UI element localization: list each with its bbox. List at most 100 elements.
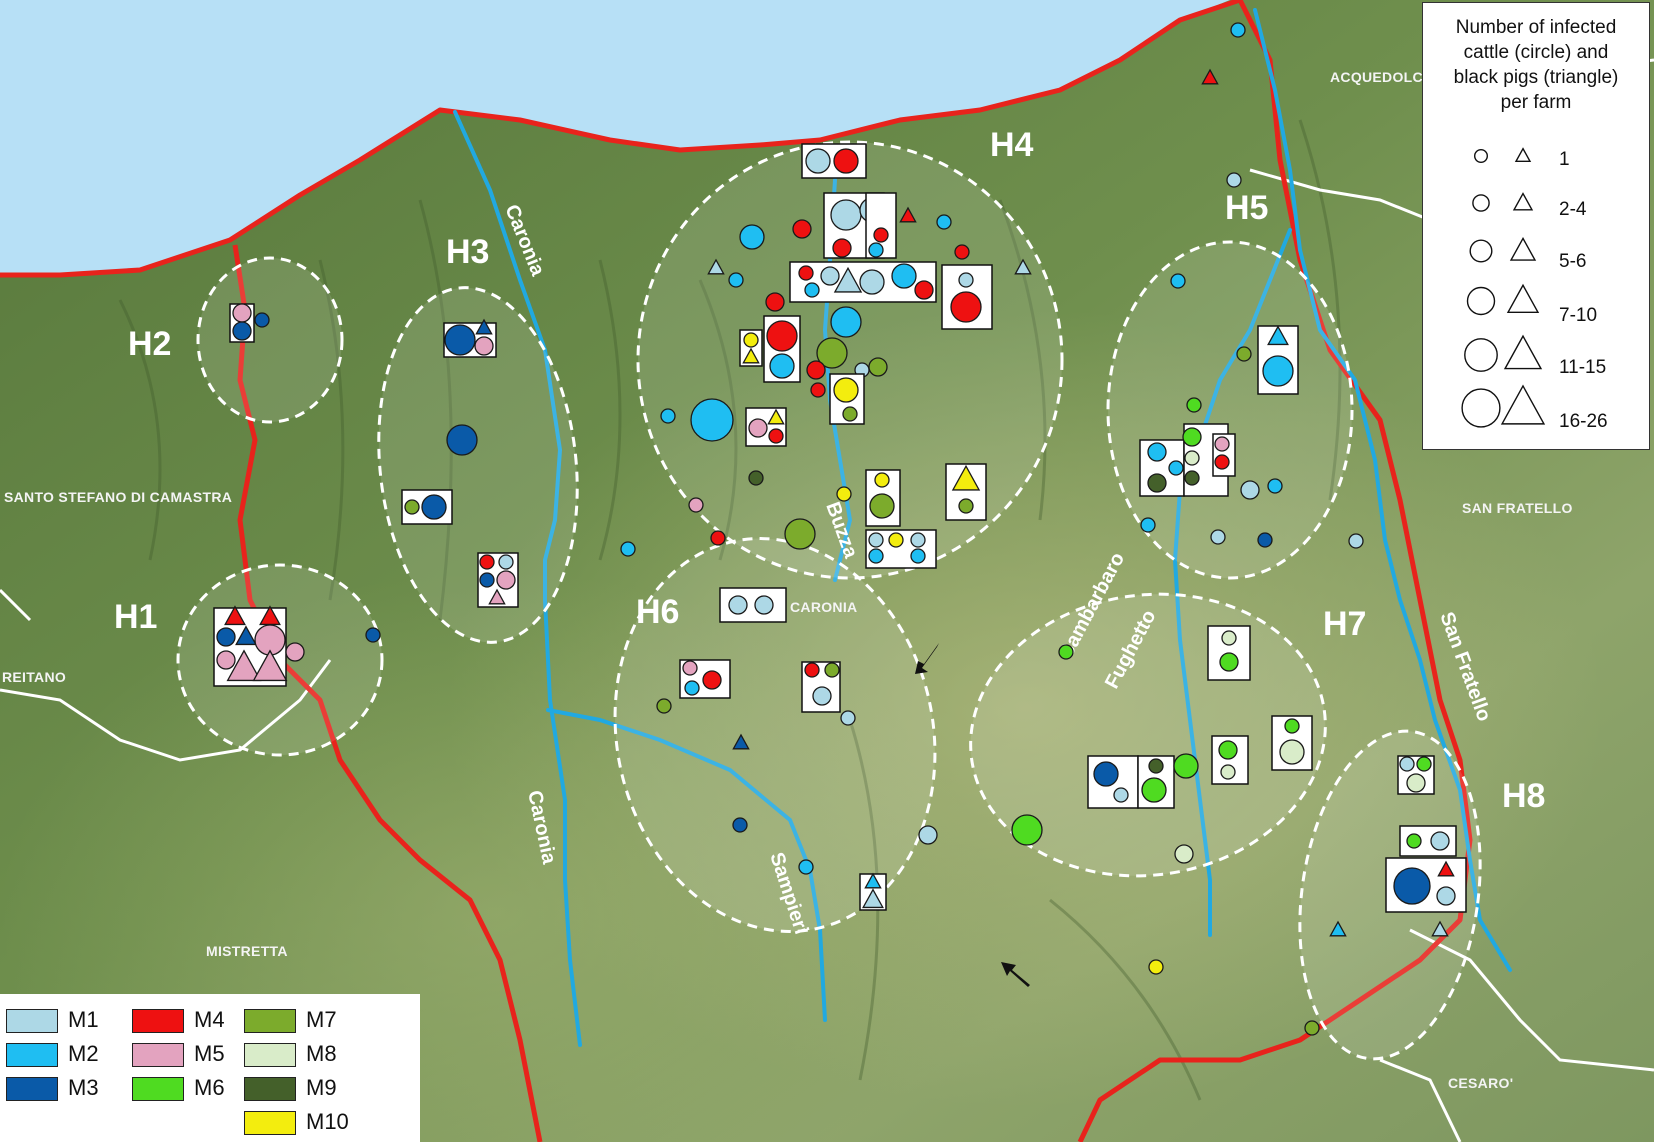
- cattle-farm-marker: [1240, 480, 1260, 500]
- cattle-farm-marker: [216, 650, 236, 670]
- cattle-farm-marker: [1148, 758, 1164, 774]
- cattle-farm-marker: [812, 686, 832, 706]
- cattle-farm-marker: [739, 224, 765, 250]
- legend-swatch: [6, 1077, 58, 1101]
- cattle-farm-marker: [660, 408, 676, 424]
- cattle-farm-marker: [421, 494, 447, 520]
- zone-h2: [196, 256, 344, 424]
- cattle-farm-marker: [1230, 22, 1246, 38]
- legend-label: M4: [194, 1007, 225, 1032]
- cattle-farm-marker: [820, 266, 840, 286]
- cattle-farm-marker: [710, 530, 726, 546]
- cattle-farm-marker: [1393, 867, 1431, 905]
- place-mistretta: MISTRETTA: [206, 943, 288, 959]
- cattle-farm-marker: [804, 662, 820, 678]
- cattle-farm-marker: [1267, 478, 1283, 494]
- place-santo-stefano: SANTO STEFANO DI CAMASTRA: [4, 489, 232, 505]
- size-row: 7-10: [1423, 297, 1651, 347]
- cattle-farm-marker: [1058, 644, 1074, 660]
- zone-label-h4: H4: [990, 126, 1034, 164]
- cattle-farm-marker: [805, 148, 831, 174]
- legend-swatch: [244, 1043, 296, 1067]
- legend-swatch: [244, 1111, 296, 1135]
- legend-label: M6: [194, 1075, 225, 1100]
- cattle-farm-marker: [1186, 397, 1202, 413]
- cattle-farm-marker: [1436, 886, 1456, 906]
- cattle-farm-marker: [1399, 756, 1415, 772]
- cattle-farm-marker: [732, 817, 748, 833]
- legend-label: M5: [194, 1041, 225, 1066]
- zone-label-h5: H5: [1225, 189, 1268, 227]
- place-reitano: REITANO: [2, 669, 66, 685]
- cattle-farm-marker: [1140, 517, 1156, 533]
- cattle-farm-marker: [682, 660, 698, 676]
- cattle-farm-marker: [1279, 739, 1305, 765]
- zone-label-h8: H8: [1502, 777, 1545, 815]
- cattle-farm-marker: [954, 244, 970, 260]
- cattle-farm-marker: [1218, 740, 1238, 760]
- cattle-farm-marker: [1257, 532, 1273, 548]
- cattle-farm-marker: [232, 303, 252, 323]
- legend-swatch: [132, 1043, 184, 1067]
- size-row: 1: [1423, 143, 1651, 193]
- cattle-farm-marker: [690, 398, 734, 442]
- size-legend: Number of infected cattle (circle) and b…: [1422, 2, 1650, 450]
- cattle-farm-marker: [768, 428, 784, 444]
- model-legend: M1 M2 M3 M4 M5 M6 M7 M8 M9 M10: [0, 994, 420, 1142]
- cattle-farm-marker: [620, 541, 636, 557]
- cattle-farm-marker: [684, 680, 700, 696]
- cattle-farm-marker: [702, 670, 722, 690]
- cattle-farm-marker: [1147, 442, 1167, 462]
- zone-label-h6: H6: [636, 593, 679, 631]
- cattle-farm-marker: [859, 269, 885, 295]
- cattle-farm-marker: [836, 486, 852, 502]
- legend-label: M10: [306, 1109, 349, 1134]
- legend-label: M8: [306, 1041, 337, 1066]
- cattle-farm-marker: [1304, 1020, 1320, 1036]
- place-caronia: CARONIA: [790, 599, 857, 615]
- cattle-farm-marker: [806, 360, 826, 380]
- cattle-farm-marker: [784, 518, 816, 550]
- cattle-farm-marker: [496, 570, 516, 590]
- cattle-farm-marker: [1170, 273, 1186, 289]
- cattle-farm-marker: [792, 219, 812, 239]
- cattle-farm-marker: [868, 242, 884, 258]
- cattle-farm-marker: [1219, 652, 1239, 672]
- zone-label-h1: H1: [114, 598, 157, 636]
- cattle-farm-marker: [1184, 450, 1200, 466]
- size-row: 16-26: [1423, 397, 1651, 447]
- cattle-farm-marker: [1113, 787, 1129, 803]
- cattle-farm-marker: [798, 265, 814, 281]
- place-san-fratello: SAN FRATELLO: [1462, 500, 1573, 516]
- cattle-farm-marker: [958, 498, 974, 514]
- cattle-farm-marker: [365, 627, 381, 643]
- legend-swatch: [6, 1009, 58, 1033]
- cattle-farm-marker: [868, 548, 884, 564]
- cattle-farm-marker: [833, 148, 859, 174]
- cattle-farm-marker: [918, 825, 938, 845]
- cattle-farm-marker: [1348, 533, 1364, 549]
- legend-label: M7: [306, 1007, 337, 1032]
- zone-label-h2: H2: [128, 325, 171, 363]
- cattle-farm-marker: [910, 532, 926, 548]
- cattle-farm-marker: [404, 499, 420, 515]
- cattle-farm-marker: [868, 357, 888, 377]
- cattle-farm-marker: [765, 292, 785, 312]
- cattle-farm-marker: [1236, 346, 1252, 362]
- cattle-farm-marker: [936, 214, 952, 230]
- cattle-farm-marker: [868, 532, 884, 548]
- cattle-farm-marker: [1220, 764, 1236, 780]
- legend-swatch: [6, 1043, 58, 1067]
- legend-label: M2: [68, 1041, 99, 1066]
- size-row: 2-4: [1423, 193, 1651, 243]
- cattle-farm-marker: [1226, 172, 1242, 188]
- size-row: 5-6: [1423, 245, 1651, 295]
- size-class-label: 2-4: [1559, 199, 1587, 220]
- cattle-farm-marker: [285, 642, 305, 662]
- legend-label: M1: [68, 1007, 99, 1032]
- cattle-farm-marker: [1182, 427, 1202, 447]
- cattle-farm-marker: [688, 497, 704, 513]
- cattle-farm-marker: [446, 424, 478, 456]
- cattle-farm-marker: [254, 312, 270, 328]
- legend-label: M3: [68, 1075, 99, 1100]
